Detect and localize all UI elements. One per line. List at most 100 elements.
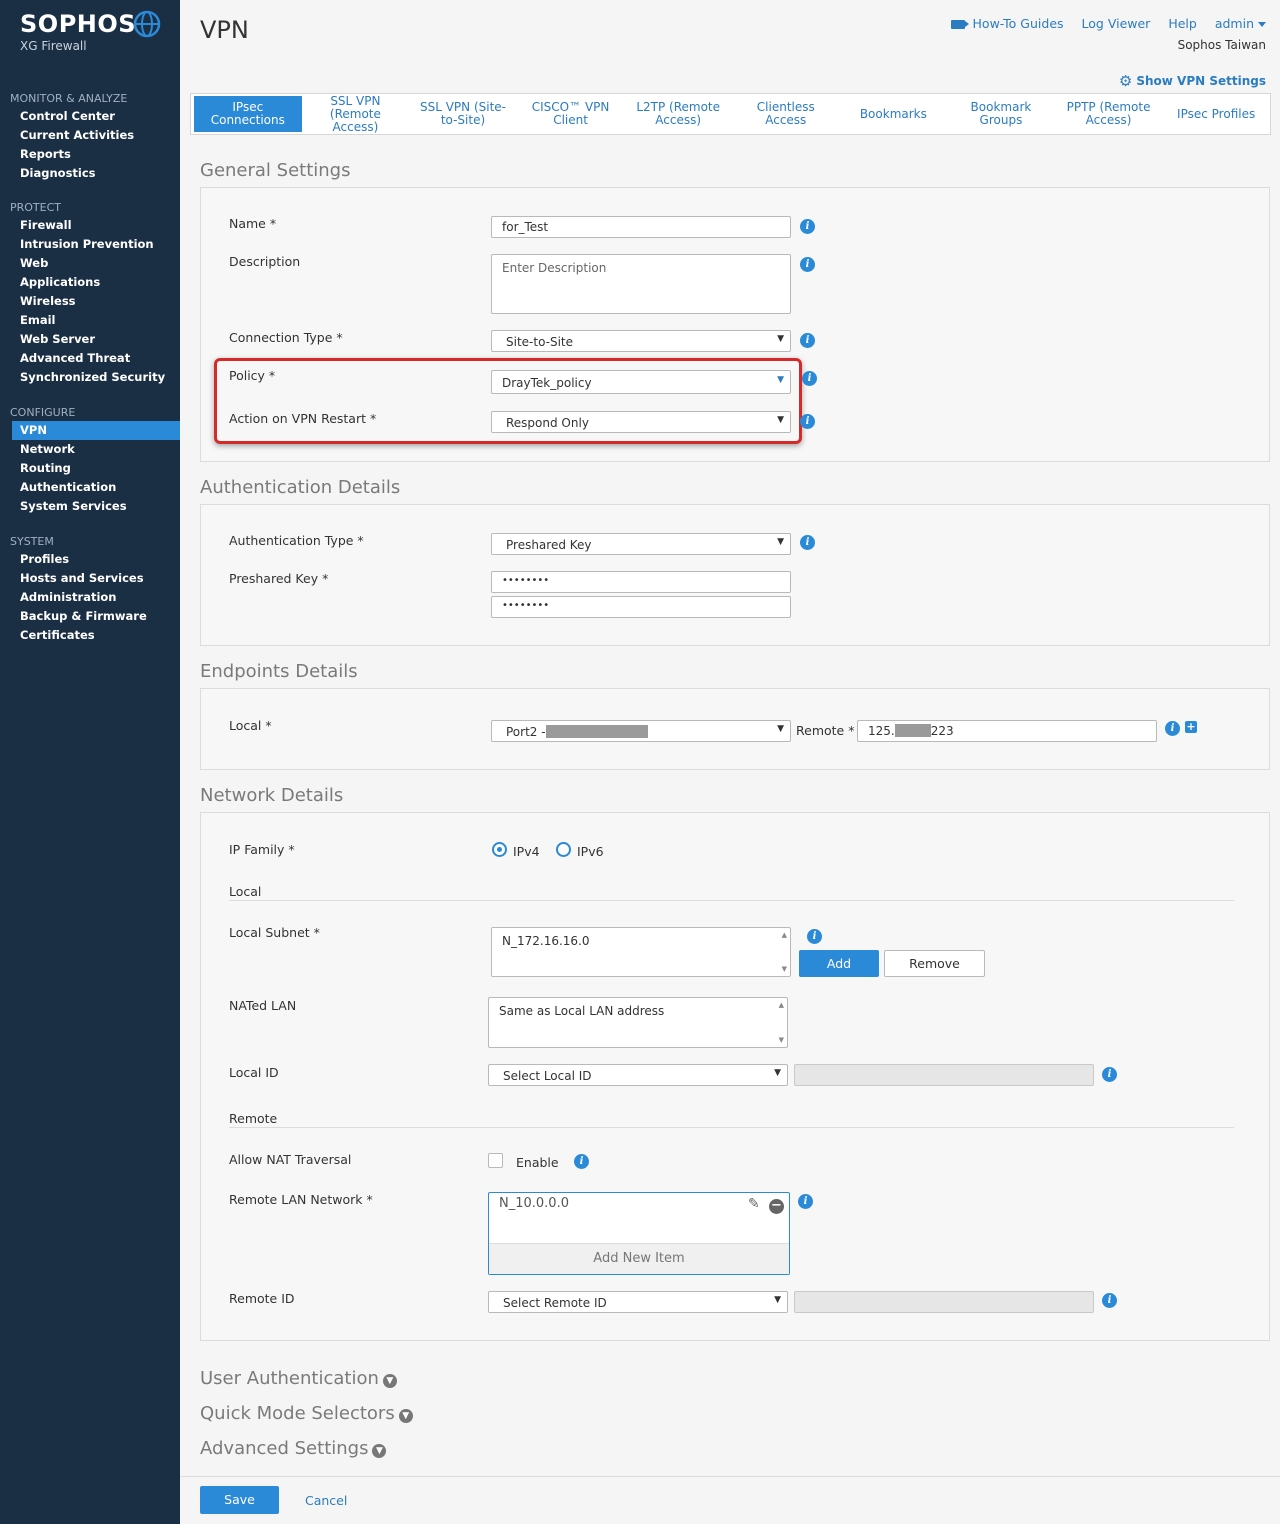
sidebar-item-synchronized-security[interactable]: Synchronized Security xyxy=(0,368,180,387)
preshared-key-field[interactable]: •••••••• xyxy=(491,571,791,593)
remote-lan-item[interactable]: N_10.0.0.0 xyxy=(499,1196,569,1211)
policy-value: DrayTek_policy xyxy=(502,376,592,390)
info-icon[interactable]: i xyxy=(574,1154,589,1169)
nat-traversal-checkbox[interactable] xyxy=(488,1153,503,1168)
save-button[interactable]: Save xyxy=(200,1486,279,1514)
remove-circle-icon[interactable]: − xyxy=(769,1199,784,1214)
name-field[interactable]: for_Test xyxy=(491,216,791,238)
user-authentication-toggle[interactable]: User Authentication ▼ xyxy=(200,1368,397,1389)
scroll-up-icon[interactable]: ▲ xyxy=(779,1001,784,1009)
sidebar-item-network[interactable]: Network xyxy=(0,440,180,459)
sidebar-item-backup-firmware[interactable]: Backup & Firmware xyxy=(0,607,180,626)
quick-mode-selectors-title: Quick Mode Selectors xyxy=(200,1403,395,1424)
sidebar-item-routing[interactable]: Routing xyxy=(0,459,180,478)
sidebar-item-system-services[interactable]: System Services xyxy=(0,497,180,516)
sidebar-item-wireless[interactable]: Wireless xyxy=(0,292,180,311)
info-icon[interactable]: i xyxy=(800,414,815,429)
info-icon[interactable]: i xyxy=(802,371,817,386)
info-icon[interactable]: i xyxy=(800,257,815,272)
sidebar-item-vpn[interactable]: VPN xyxy=(12,421,180,440)
description-field[interactable]: Enter Description xyxy=(491,254,791,314)
add-new-item-button[interactable]: Add New Item xyxy=(489,1243,789,1274)
admin-label: admin xyxy=(1214,16,1254,31)
advanced-settings-title: Advanced Settings xyxy=(200,1438,369,1459)
add-button[interactable]: Add xyxy=(799,950,879,977)
info-icon[interactable]: i xyxy=(1102,1067,1117,1082)
redacted-block xyxy=(545,725,648,738)
auth-type-select[interactable]: Preshared Key ▼ xyxy=(491,533,791,555)
sidebar-item-applications[interactable]: Applications xyxy=(0,273,180,292)
dropdown-arrow-icon: ▼ xyxy=(777,375,784,385)
sidebar-item-certificates[interactable]: Certificates xyxy=(0,626,180,645)
scroll-down-icon[interactable]: ▼ xyxy=(779,1036,784,1044)
tab-bookmarks[interactable]: Bookmarks xyxy=(840,94,948,134)
tab-clientless-access[interactable]: Clientless Access xyxy=(732,94,840,134)
sidebar-item-web[interactable]: Web xyxy=(0,254,180,273)
sidebar-item-profiles[interactable]: Profiles xyxy=(0,550,180,569)
tab-cisco-vpn-client[interactable]: CISCO™ VPN Client xyxy=(517,94,625,134)
general-settings-title: General Settings xyxy=(200,160,351,181)
sidebar-item-advanced-threat[interactable]: Advanced Threat xyxy=(0,349,180,368)
nat-traversal-label: Allow NAT Traversal xyxy=(229,1152,352,1167)
logo[interactable]: SOPHOS XG Firewall xyxy=(20,10,136,53)
tab-ipsec-connections[interactable]: IPsec Connections xyxy=(194,96,302,132)
divider xyxy=(229,1127,1234,1128)
sidebar-item-reports[interactable]: Reports xyxy=(0,145,180,164)
sidebar-item-web-server[interactable]: Web Server xyxy=(0,330,180,349)
info-icon[interactable]: i xyxy=(798,1194,813,1209)
tab-l2tp[interactable]: L2TP (Remote Access) xyxy=(624,94,732,134)
info-icon[interactable]: i xyxy=(807,929,822,944)
admin-menu[interactable]: admin xyxy=(1215,16,1266,31)
preshared-key-confirm-field[interactable]: •••••••• xyxy=(491,596,791,618)
pencil-icon[interactable]: ✎ xyxy=(748,1196,760,1212)
vpn-restart-select[interactable]: Respond Only ▼ xyxy=(491,411,791,433)
log-viewer-link[interactable]: Log Viewer xyxy=(1082,16,1151,31)
ipv4-radio[interactable] xyxy=(492,842,507,857)
sidebar-item-current-activities[interactable]: Current Activities xyxy=(0,126,180,145)
dropdown-arrow-icon: ▼ xyxy=(774,1068,781,1078)
info-icon[interactable]: i xyxy=(800,535,815,550)
info-icon[interactable]: i xyxy=(800,219,815,234)
tab-bookmark-groups[interactable]: Bookmark Groups xyxy=(947,94,1055,134)
sidebar-item-control-center[interactable]: Control Center xyxy=(0,107,180,126)
help-link[interactable]: Help xyxy=(1168,16,1197,31)
add-remote-icon[interactable]: + xyxy=(1185,721,1197,733)
info-icon[interactable]: i xyxy=(800,333,815,348)
local-subnet-label: Local Subnet * xyxy=(229,925,320,940)
howto-link[interactable]: How-To Guides xyxy=(950,16,1064,31)
tab-ssl-vpn-site-to-site[interactable]: SSL VPN (Site-to-Site) xyxy=(409,94,517,134)
local-subnet-item[interactable]: N_172.16.16.0 xyxy=(502,934,590,948)
scroll-down-icon[interactable]: ▼ xyxy=(782,965,787,973)
sidebar-item-firewall[interactable]: Firewall xyxy=(0,216,180,235)
show-vpn-settings-link[interactable]: ⚙ Show VPN Settings xyxy=(1119,72,1266,90)
info-icon[interactable]: i xyxy=(1102,1293,1117,1308)
tab-ssl-vpn-remote-access[interactable]: SSL VPN (Remote Access) xyxy=(302,94,410,134)
local-id-select[interactable]: Select Local ID ▼ xyxy=(488,1064,788,1086)
nav-monitor: MONITOR & ANALYZE Control Center Current… xyxy=(0,90,180,183)
local-interface-select[interactable]: Port2 - ▼ xyxy=(491,720,791,742)
local-subnet-list[interactable]: N_172.16.16.0 ▲ ▼ xyxy=(491,927,791,977)
remote-gateway-field[interactable]: 125. 223 xyxy=(857,720,1157,742)
dropdown-arrow-icon: ▼ xyxy=(777,724,784,734)
sidebar-item-email[interactable]: Email xyxy=(0,311,180,330)
sidebar-item-diagnostics[interactable]: Diagnostics xyxy=(0,164,180,183)
sidebar-item-authentication[interactable]: Authentication xyxy=(0,478,180,497)
tab-ipsec-profiles[interactable]: IPsec Profiles xyxy=(1162,94,1270,134)
policy-select[interactable]: DrayTek_policy ▼ xyxy=(491,370,791,394)
connection-type-select[interactable]: Site-to-Site ▼ xyxy=(491,330,791,352)
ipv6-radio[interactable] xyxy=(556,842,571,857)
remote-id-select[interactable]: Select Remote ID ▼ xyxy=(488,1291,788,1313)
remove-button[interactable]: Remove xyxy=(884,950,985,977)
preshared-key-label: Preshared Key * xyxy=(229,571,329,586)
sidebar-item-intrusion-prevention[interactable]: Intrusion Prevention xyxy=(0,235,180,254)
info-icon[interactable]: i xyxy=(1165,721,1180,736)
scroll-up-icon[interactable]: ▲ xyxy=(782,931,787,939)
sidebar-item-hosts-and-services[interactable]: Hosts and Services xyxy=(0,569,180,588)
nated-lan-list[interactable]: Same as Local LAN address ▲ ▼ xyxy=(488,997,788,1048)
tab-pptp[interactable]: PPTP (Remote Access) xyxy=(1055,94,1163,134)
dropdown-arrow-icon: ▼ xyxy=(777,334,784,344)
cancel-link[interactable]: Cancel xyxy=(305,1493,347,1508)
quick-mode-selectors-toggle[interactable]: Quick Mode Selectors ▼ xyxy=(200,1403,413,1424)
sidebar-item-administration[interactable]: Administration xyxy=(0,588,180,607)
advanced-settings-toggle[interactable]: Advanced Settings ▼ xyxy=(200,1438,387,1459)
